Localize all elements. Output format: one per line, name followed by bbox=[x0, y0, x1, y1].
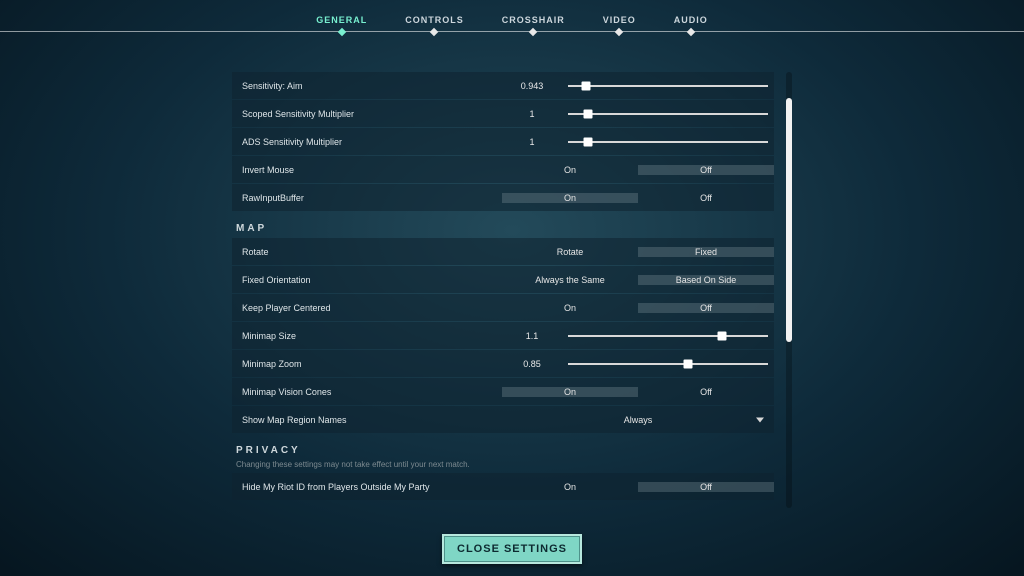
label-invert-mouse: Invert Mouse bbox=[232, 165, 502, 175]
value-ads-multiplier: 1 bbox=[502, 137, 562, 147]
slider-knob[interactable] bbox=[584, 137, 593, 146]
toggle-invert-mouse: On Off bbox=[502, 165, 774, 175]
tab-crosshair[interactable]: CROSSHAIR bbox=[502, 15, 565, 31]
section-heading-map: MAP bbox=[232, 223, 774, 234]
toggle-rawinput-off[interactable]: Off bbox=[638, 193, 774, 203]
tab-controls[interactable]: CONTROLS bbox=[405, 15, 464, 31]
toggle-vision-cones: On Off bbox=[502, 387, 774, 397]
row-minimap-zoom: Minimap Zoom 0.85 bbox=[232, 350, 774, 377]
label-ads-multiplier: ADS Sensitivity Multiplier bbox=[232, 137, 502, 147]
toggle-invert-mouse-off[interactable]: Off bbox=[638, 165, 774, 175]
scrollbar-thumb[interactable] bbox=[786, 98, 792, 342]
toggle-vision-cones-a[interactable]: On bbox=[502, 387, 638, 397]
label-vision-cones: Minimap Vision Cones bbox=[232, 387, 502, 397]
toggle-hide-riot-id-a[interactable]: On bbox=[502, 482, 638, 492]
slider-knob[interactable] bbox=[718, 331, 727, 340]
label-region-names: Show Map Region Names bbox=[232, 415, 502, 425]
slider-knob[interactable] bbox=[684, 359, 693, 368]
toggle-keep-centered-b[interactable]: Off bbox=[638, 303, 774, 313]
row-rotate: Rotate Rotate Fixed bbox=[232, 238, 774, 265]
row-rawinput: RawInputBuffer On Off bbox=[232, 184, 774, 211]
row-orientation: Fixed Orientation Always the Same Based … bbox=[232, 266, 774, 293]
toggle-vision-cones-b[interactable]: Off bbox=[638, 387, 774, 397]
tab-general[interactable]: GENERAL bbox=[316, 15, 367, 31]
label-rawinput: RawInputBuffer bbox=[232, 193, 502, 203]
label-rotate: Rotate bbox=[232, 247, 502, 257]
toggle-rawinput: On Off bbox=[502, 193, 774, 203]
slider-minimap-size[interactable] bbox=[562, 335, 774, 337]
label-keep-centered: Keep Player Centered bbox=[232, 303, 502, 313]
label-sensitivity-aim: Sensitivity: Aim bbox=[232, 81, 502, 91]
toggle-rawinput-on[interactable]: On bbox=[502, 193, 638, 203]
value-minimap-size: 1.1 bbox=[502, 331, 562, 341]
slider-sensitivity-aim[interactable] bbox=[562, 85, 774, 87]
row-vision-cones: Minimap Vision Cones On Off bbox=[232, 378, 774, 405]
toggle-orientation-b[interactable]: Based On Side bbox=[638, 275, 774, 285]
toggle-rotate-b[interactable]: Fixed bbox=[638, 247, 774, 257]
label-minimap-zoom: Minimap Zoom bbox=[232, 359, 502, 369]
label-minimap-size: Minimap Size bbox=[232, 331, 502, 341]
slider-knob[interactable] bbox=[584, 109, 593, 118]
row-ads-multiplier: ADS Sensitivity Multiplier 1 bbox=[232, 128, 774, 155]
toggle-keep-centered-a[interactable]: On bbox=[502, 303, 638, 313]
tab-video[interactable]: VIDEO bbox=[603, 15, 636, 31]
row-hide-riot-id: Hide My Riot ID from Players Outside My … bbox=[232, 473, 774, 500]
tab-audio[interactable]: AUDIO bbox=[674, 15, 708, 31]
scrollbar-track[interactable] bbox=[786, 72, 792, 508]
section-note-privacy: Changing these settings may not take eff… bbox=[232, 460, 774, 469]
value-scoped-multiplier: 1 bbox=[502, 109, 562, 119]
chevron-down-icon bbox=[756, 417, 764, 422]
slider-minimap-zoom[interactable] bbox=[562, 363, 774, 365]
label-orientation: Fixed Orientation bbox=[232, 275, 502, 285]
settings-tabbar: GENERAL CONTROLS CROSSHAIR VIDEO AUDIO bbox=[0, 0, 1024, 32]
row-invert-mouse: Invert Mouse On Off bbox=[232, 156, 774, 183]
slider-scoped-multiplier[interactable] bbox=[562, 113, 774, 115]
section-heading-privacy: PRIVACY bbox=[232, 445, 774, 456]
toggle-orientation-a[interactable]: Always the Same bbox=[502, 275, 638, 285]
dropdown-region-names[interactable]: Always bbox=[502, 415, 774, 425]
toggle-keep-centered: On Off bbox=[502, 303, 774, 313]
toggle-hide-riot-id-b[interactable]: Off bbox=[638, 482, 774, 492]
slider-ads-multiplier[interactable] bbox=[562, 141, 774, 143]
row-keep-centered: Keep Player Centered On Off bbox=[232, 294, 774, 321]
slider-knob[interactable] bbox=[582, 81, 591, 90]
value-sensitivity-aim: 0.943 bbox=[502, 81, 562, 91]
row-sensitivity-aim: Sensitivity: Aim 0.943 bbox=[232, 72, 774, 99]
toggle-hide-riot-id: On Off bbox=[502, 482, 774, 492]
row-minimap-size: Minimap Size 1.1 bbox=[232, 322, 774, 349]
settings-panel: Sensitivity: Aim 0.943 Scoped Sensitivit… bbox=[232, 72, 792, 508]
toggle-rotate-a[interactable]: Rotate bbox=[502, 247, 638, 257]
toggle-invert-mouse-on[interactable]: On bbox=[502, 165, 638, 175]
label-scoped-multiplier: Scoped Sensitivity Multiplier bbox=[232, 109, 502, 119]
row-region-names: Show Map Region Names Always bbox=[232, 406, 774, 433]
toggle-rotate: Rotate Fixed bbox=[502, 247, 774, 257]
value-minimap-zoom: 0.85 bbox=[502, 359, 562, 369]
label-hide-riot-id: Hide My Riot ID from Players Outside My … bbox=[232, 482, 502, 492]
row-scoped-multiplier: Scoped Sensitivity Multiplier 1 bbox=[232, 100, 774, 127]
dropdown-region-names-value: Always bbox=[624, 415, 653, 425]
toggle-orientation: Always the Same Based On Side bbox=[502, 275, 774, 285]
close-settings-button[interactable]: CLOSE SETTINGS bbox=[442, 534, 582, 564]
